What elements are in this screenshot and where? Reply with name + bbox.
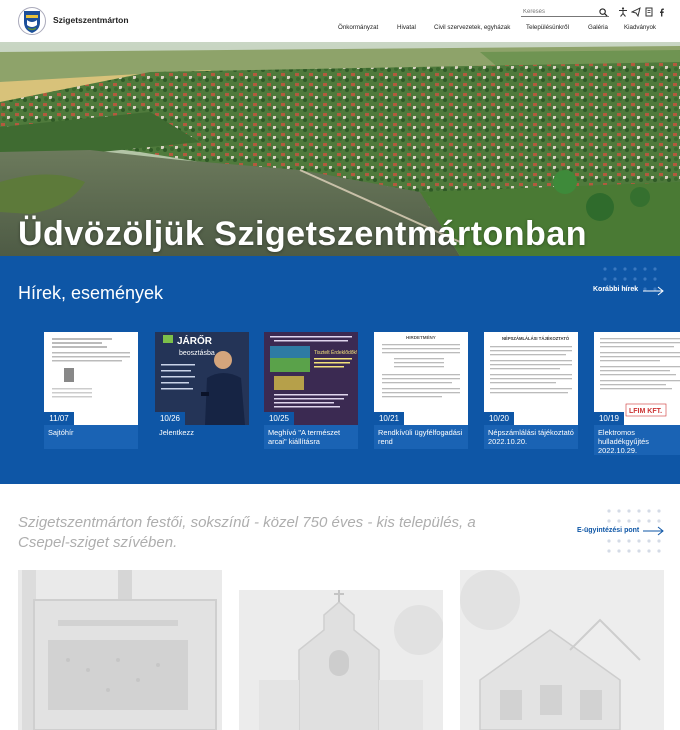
news-thumbnail-document: 11/07 bbox=[44, 332, 138, 425]
news-caption[interactable]: Meghívó "A természet arcai" kiállításra bbox=[264, 425, 358, 449]
arrow-right-icon[interactable] bbox=[643, 526, 664, 536]
more-news-link[interactable]: Korábbi hírek bbox=[593, 286, 638, 293]
news-date: 10/20 bbox=[484, 412, 514, 425]
news-date: 10/26 bbox=[155, 412, 185, 425]
news-card[interactable]: HIRDETMÉNY 10/21 Rendkívüli ügyfélfogadá… bbox=[374, 332, 468, 449]
news-date: 10/25 bbox=[264, 412, 294, 425]
news-thumbnail-flyer: Tisztelt Érdeklődők! 10/25 bbox=[264, 332, 358, 425]
accessibility-icon[interactable] bbox=[618, 7, 628, 17]
news-caption[interactable]: Sajtóhír bbox=[44, 425, 138, 449]
news-date: 10/19 bbox=[594, 412, 624, 425]
news-caption[interactable]: Rendkívüli ügyfélfogadási rend bbox=[374, 425, 468, 449]
facebook-icon[interactable] bbox=[657, 7, 667, 17]
photo-building[interactable] bbox=[460, 570, 664, 730]
news-caption[interactable]: Elektromos hulladékgyűjtés 2022.10.29. bbox=[594, 425, 680, 455]
send-icon[interactable] bbox=[631, 7, 641, 17]
company-logo-text: LFIM KFT. bbox=[629, 408, 662, 415]
page: Szigetszentmárton Önkormányzat Hivatal C… bbox=[0, 0, 680, 730]
news-card[interactable]: 11/07 Sajtóhír bbox=[44, 332, 138, 449]
site-name[interactable]: Szigetszentmárton bbox=[53, 15, 129, 25]
news-card[interactable]: LFIM KFT. 10/19 Elektromos hulladékgyűjt… bbox=[594, 332, 680, 455]
search-icon[interactable] bbox=[599, 8, 608, 17]
news-card[interactable]: NÉPSZÁMLÁLÁSI TÁJÉKOZTATÓ 10/20 Népszáml… bbox=[484, 332, 578, 449]
site-header: Szigetszentmárton Önkormányzat Hivatal C… bbox=[0, 0, 680, 42]
news-caption[interactable]: Jelentkezz bbox=[155, 425, 249, 437]
hero-title: Üdvözöljük Szigetszentmártonban bbox=[18, 215, 587, 253]
nav-item-galeria[interactable]: Galéria bbox=[588, 24, 608, 34]
news-thumbnail-document: NÉPSZÁMLÁLÁSI TÁJÉKOZTATÓ 10/20 bbox=[484, 332, 578, 425]
news-thumbnail-document: HIRDETMÉNY 10/21 bbox=[374, 332, 468, 425]
poster-title-text: JÁRŐR bbox=[177, 334, 213, 347]
photo-notice-board[interactable] bbox=[18, 570, 222, 730]
document-heading-text: NÉPSZÁMLÁLÁSI TÁJÉKOZTATÓ bbox=[502, 336, 570, 341]
news-thumbnail-document: LFIM KFT. 10/19 bbox=[594, 332, 680, 425]
poster-subtitle-text: beosztásba bbox=[179, 350, 215, 357]
arrow-right-icon[interactable] bbox=[643, 286, 664, 296]
village-tagline: Szigetszentmárton festői, sokszínű - köz… bbox=[18, 514, 476, 551]
document-heading-text: HIRDETMÉNY bbox=[406, 333, 436, 340]
news-card[interactable]: JÁRŐR beosztásba 10/26 Jelentkezz bbox=[155, 332, 249, 437]
nav-item-telepulesunkrol[interactable]: Településünkről bbox=[526, 24, 569, 34]
nav-item-civil[interactable]: Civil szervezetek, egyházak bbox=[434, 24, 510, 34]
news-section-title: Hírek, események bbox=[18, 283, 164, 303]
photo-church[interactable] bbox=[239, 590, 443, 730]
document-icon[interactable] bbox=[644, 7, 654, 17]
news-card[interactable]: Tisztelt Érdeklődők! 10/25 Meghívó "A te… bbox=[264, 332, 358, 449]
news-date: 10/21 bbox=[374, 412, 404, 425]
search-input[interactable] bbox=[521, 8, 609, 17]
news-caption[interactable]: Népszámlálási tájékoztató 2022.10.20. bbox=[484, 425, 578, 449]
news-section: Hírek, események Korábbi hírek 11/07 Saj… bbox=[0, 256, 680, 484]
news-thumbnail-poster: JÁRŐR beosztásba 10/26 bbox=[155, 332, 249, 425]
coat-of-arms-logo[interactable] bbox=[18, 6, 46, 36]
nav-item-onkormanyzat[interactable]: Önkormányzat bbox=[338, 24, 378, 34]
e-service-link[interactable]: E-ügyintézési pont bbox=[577, 527, 639, 534]
nav-item-kiadvanyok[interactable]: Kiadványok bbox=[624, 24, 656, 34]
flyer-text: Tisztelt Érdeklődők! bbox=[314, 349, 357, 356]
news-date: 11/07 bbox=[44, 412, 74, 425]
nav-item-hivatal[interactable]: Hivatal bbox=[397, 24, 416, 34]
